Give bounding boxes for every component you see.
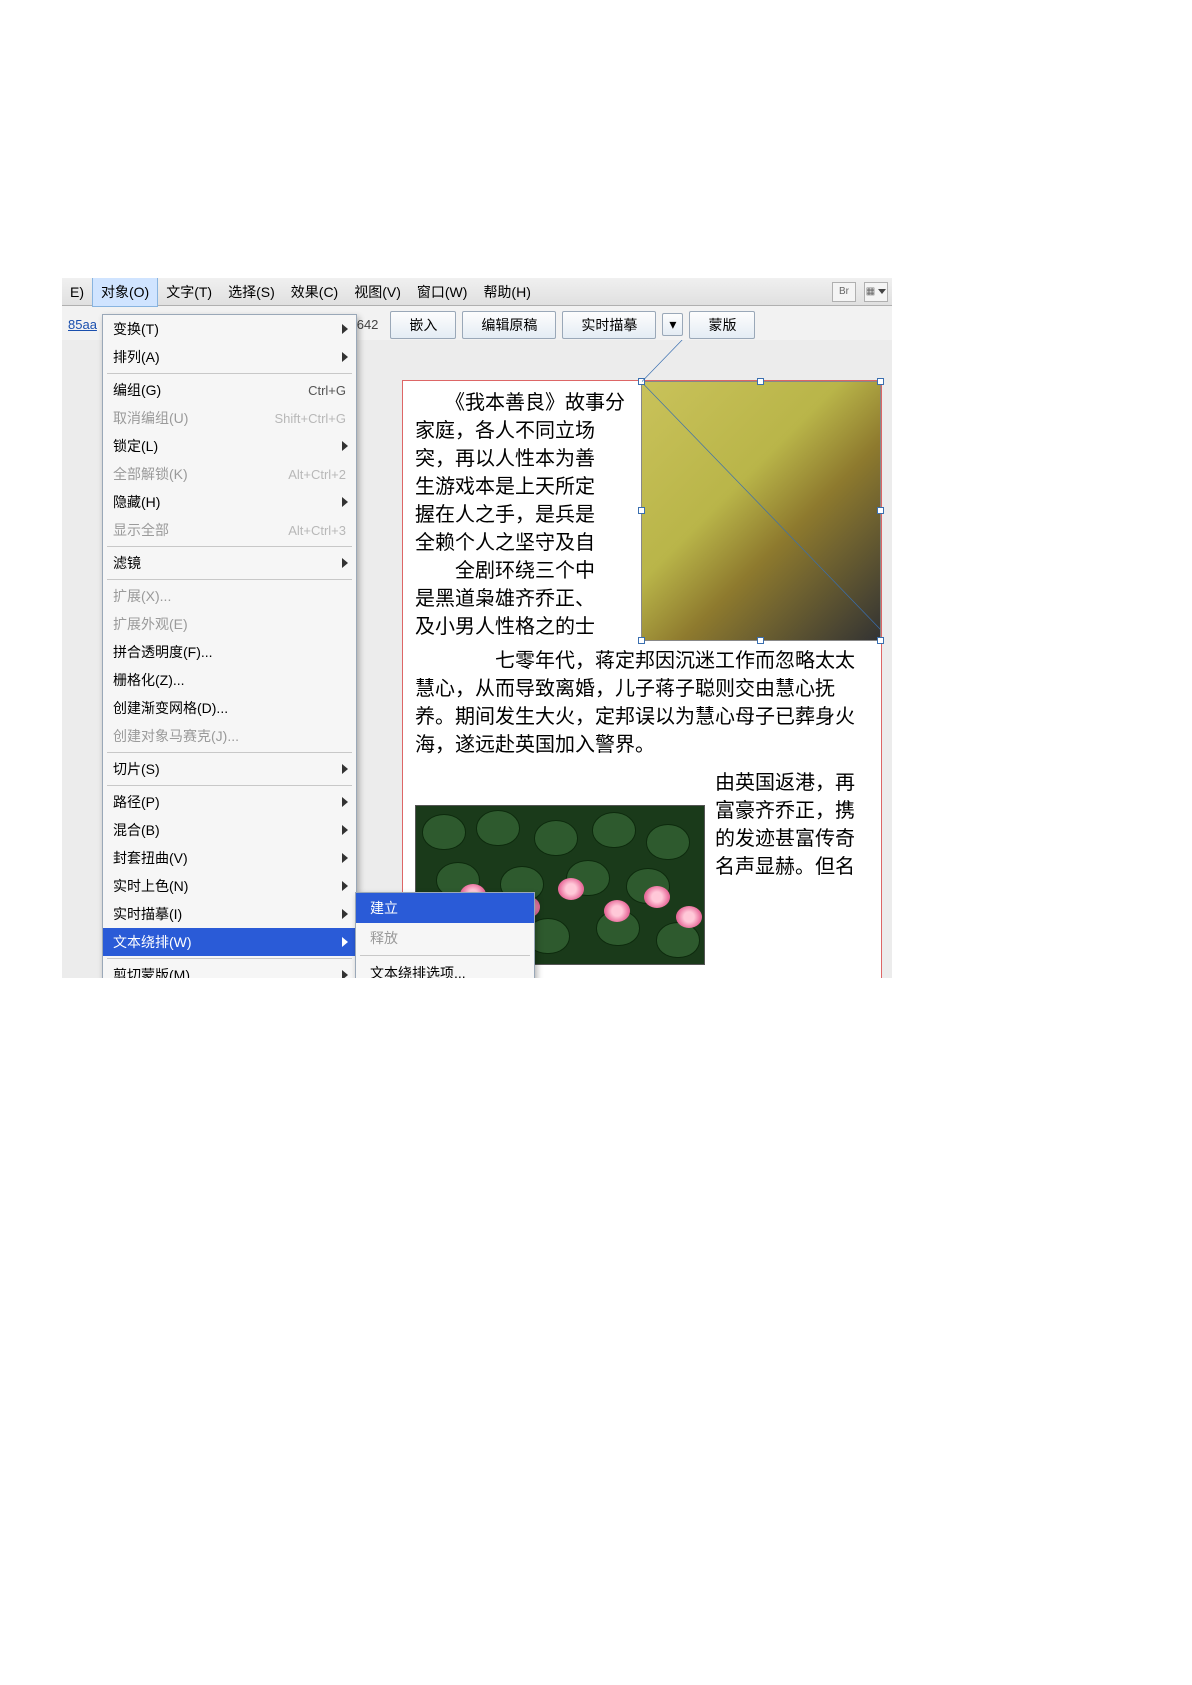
menu-effect[interactable]: 效果(C) (283, 278, 346, 306)
text-line: 及小男人性格之的士 (415, 613, 641, 641)
bridge-icon[interactable]: Br (832, 282, 856, 302)
menu-object[interactable]: 对象(O) (92, 278, 158, 307)
selection-handle-icon[interactable] (638, 637, 645, 644)
menu-select[interactable]: 选择(S) (220, 278, 283, 306)
menu-truncated-prev[interactable]: E) (62, 280, 92, 304)
selection-handle-icon[interactable] (638, 507, 645, 514)
menu-item-label: 排列(A) (113, 347, 346, 367)
menu-item-label: 编组(G) (113, 380, 308, 400)
menu-item[interactable]: 路径(P) (103, 788, 356, 816)
artboard: 《我本善良》故事分 家庭，各人不同立场 突，再以人性本为善 生游戏本是上天所定 … (402, 380, 882, 978)
menu-item[interactable]: 隐藏(H) (103, 488, 356, 516)
selection-handle-icon[interactable] (877, 507, 884, 514)
menu-item[interactable]: 排列(A) (103, 343, 356, 371)
menu-item-label: 变换(T) (113, 319, 346, 339)
menu-item-label: 实时描摹(I) (113, 904, 346, 924)
menu-item: 取消编组(U)Shift+Ctrl+G (103, 404, 356, 432)
object-menu-dropdown: 变换(T)排列(A)编组(G)Ctrl+G取消编组(U)Shift+Ctrl+G… (102, 314, 357, 978)
linked-file-name[interactable]: 85aa (68, 317, 97, 332)
menu-item-shortcut: Alt+Ctrl+2 (288, 467, 346, 482)
menu-item-label: 扩展(X)... (113, 586, 346, 606)
text-line: 生游戏本是上天所定 (415, 473, 641, 501)
menu-item[interactable]: 实时上色(N) (103, 872, 356, 900)
menu-item-label: 创建对象马赛克(J)... (113, 726, 346, 746)
menu-item: 显示全部Alt+Ctrl+3 (103, 516, 356, 544)
selection-handle-icon[interactable] (757, 378, 764, 385)
text-line: 《我本善良》故事分 (415, 389, 641, 417)
menu-item-label: 文本绕排(W) (113, 932, 346, 952)
text-line: 名声显赫。但名 (715, 853, 869, 881)
menu-item-shortcut: Shift+Ctrl+G (274, 411, 346, 426)
submenu-item: 释放 (356, 923, 534, 953)
menu-item-label: 路径(P) (113, 792, 346, 812)
menu-type[interactable]: 文字(T) (158, 278, 220, 306)
menu-item[interactable]: 变换(T) (103, 315, 356, 343)
selection-handle-icon[interactable] (877, 378, 884, 385)
menu-item: 创建对象马赛克(J)... (103, 722, 356, 750)
menu-item: 全部解锁(K)Alt+Ctrl+2 (103, 460, 356, 488)
text-line: 突，再以人性本为善 (415, 445, 641, 473)
menu-item[interactable]: 混合(B) (103, 816, 356, 844)
menu-item[interactable]: 编组(G)Ctrl+G (103, 376, 356, 404)
menu-item-label: 隐藏(H) (113, 492, 346, 512)
workspace-switcher-icon[interactable]: ▦ (864, 282, 888, 302)
menu-item-label: 剪切蒙版(M) (113, 965, 346, 978)
menu-item[interactable]: 滤镜 (103, 549, 356, 577)
submenu-item[interactable]: 文本绕排选项... (356, 958, 534, 978)
menu-item-label: 切片(S) (113, 759, 346, 779)
menu-view[interactable]: 视图(V) (346, 278, 409, 306)
text-line: 家庭，各人不同立场 (415, 417, 641, 445)
menu-help[interactable]: 帮助(H) (475, 278, 538, 306)
mask-button[interactable]: 蒙版 (689, 311, 755, 339)
menu-window[interactable]: 窗口(W) (409, 278, 476, 306)
text-line: 全剧环绕三个中 (415, 557, 641, 585)
placed-image-portrait[interactable] (641, 381, 881, 641)
app-window: E) 对象(O) 文字(T) 选择(S) 效果(C) 视图(V) 窗口(W) 帮… (62, 278, 892, 978)
menu-item[interactable]: 锁定(L) (103, 432, 356, 460)
edit-original-button[interactable]: 编辑原稿 (462, 311, 556, 339)
menu-item[interactable]: 实时描摹(I) (103, 900, 356, 928)
menu-item[interactable]: 剪切蒙版(M) (103, 961, 356, 978)
text-line: 全赖个人之坚守及自 (415, 529, 641, 557)
selection-handle-icon[interactable] (757, 637, 764, 644)
menu-item: 扩展外观(E) (103, 610, 356, 638)
menu-item-label: 全部解锁(K) (113, 464, 288, 484)
menu-item-label: 滤镜 (113, 553, 346, 573)
menu-item-label: 扩展外观(E) (113, 614, 346, 634)
menu-item-label: 显示全部 (113, 520, 288, 540)
menu-item-shortcut: Ctrl+G (308, 383, 346, 398)
selection-handle-icon[interactable] (638, 378, 645, 385)
menu-item-label: 锁定(L) (113, 436, 346, 456)
menu-item[interactable]: 拼合透明度(F)... (103, 638, 356, 666)
menu-item[interactable]: 创建渐变网格(D)... (103, 694, 356, 722)
live-trace-button[interactable]: 实时描摹 (562, 311, 656, 339)
menu-item-label: 取消编组(U) (113, 408, 274, 428)
menu-item-label: 混合(B) (113, 820, 346, 840)
menu-item[interactable]: 栅格化(Z)... (103, 666, 356, 694)
text-wrap-submenu: 建立释放文本绕排选项... (355, 892, 535, 978)
menu-item-label: 栅格化(Z)... (113, 670, 346, 690)
menu-item-label: 实时上色(N) (113, 876, 346, 896)
menu-item-shortcut: Alt+Ctrl+3 (288, 523, 346, 538)
menu-item-label: 封套扭曲(V) (113, 848, 346, 868)
live-trace-dropdown-button[interactable]: ▾ (662, 313, 683, 336)
text-line: 握在人之手，是兵是 (415, 501, 641, 529)
text-line: 是黑道枭雄齐乔正、 (415, 585, 641, 613)
submenu-item[interactable]: 建立 (356, 893, 534, 923)
selection-handle-icon[interactable] (877, 637, 884, 644)
menu-item[interactable]: 切片(S) (103, 755, 356, 783)
menu-item-label: 创建渐变网格(D)... (113, 698, 346, 718)
menu-item[interactable]: 文本绕排(W) (103, 928, 356, 956)
menu-item[interactable]: 封套扭曲(V) (103, 844, 356, 872)
menu-item: 扩展(X)... (103, 582, 356, 610)
embed-button[interactable]: 嵌入 (390, 311, 456, 339)
menu-item-label: 拼合透明度(F)... (113, 642, 346, 662)
main-menubar: E) 对象(O) 文字(T) 选择(S) 效果(C) 视图(V) 窗口(W) 帮… (62, 278, 892, 306)
